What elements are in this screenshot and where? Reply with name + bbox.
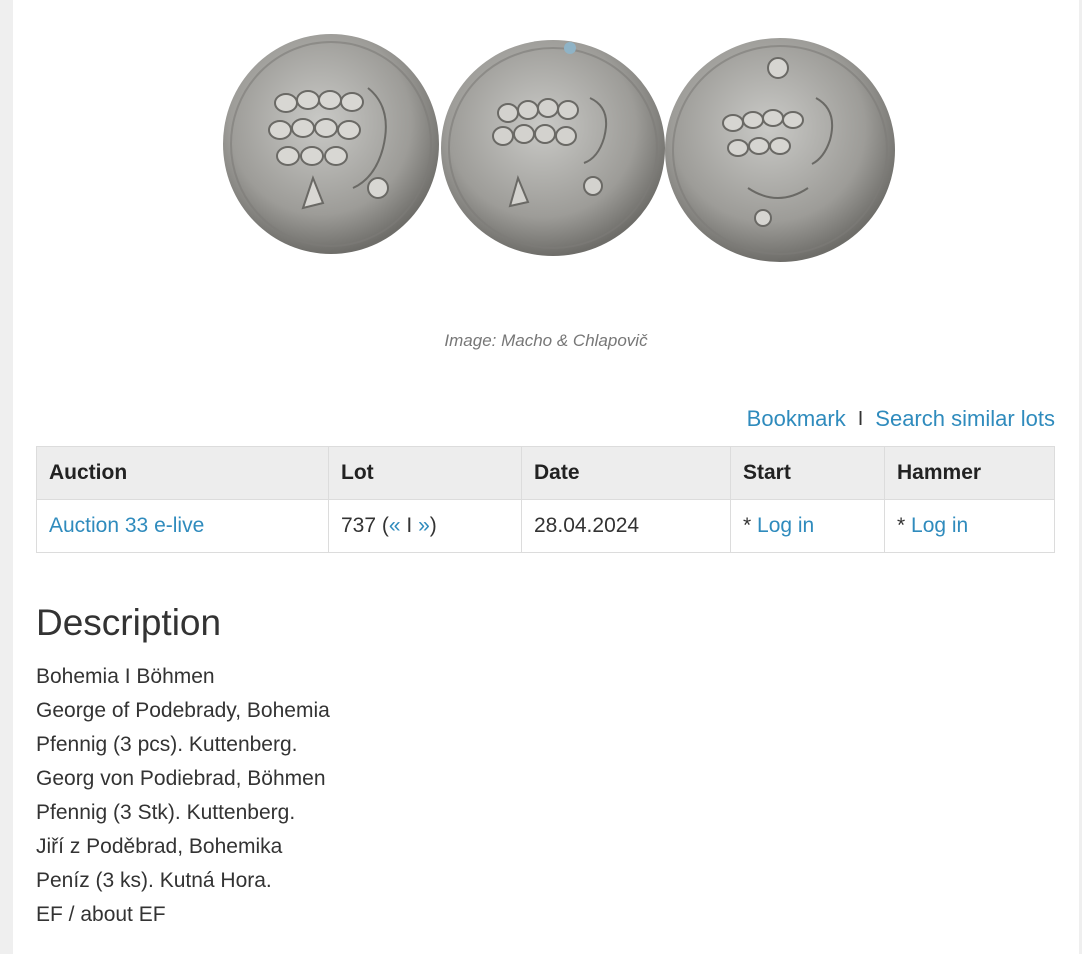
description-line: Pfennig (3 pcs). Kuttenberg.: [36, 733, 298, 756]
description-line: Pfennig (3 Stk). Kuttenberg.: [36, 801, 296, 824]
cell-hammer: * Log in: [884, 499, 1055, 553]
cell-auction: Auction 33 e-live: [36, 499, 329, 553]
description-line: EF / about EF: [36, 903, 166, 926]
description-line: George of Podebrady, Bohemia: [36, 699, 330, 722]
cell-date: 28.04.2024: [521, 499, 731, 553]
previous-lot-link[interactable]: «: [389, 514, 401, 537]
description-title: Description: [36, 602, 222, 643]
description-text: Bohemia I Böhmen George of Podebrady, Bo…: [36, 660, 330, 932]
search-similar-lots-link[interactable]: Search similar lots: [875, 406, 1055, 432]
header-start: Start: [730, 446, 885, 500]
lot-table: Auction Lot Date Start Hammer Auction 33…: [36, 446, 1055, 553]
start-login-link[interactable]: Log in: [757, 514, 814, 537]
bookmark-link[interactable]: Bookmark: [747, 406, 846, 432]
next-lot-link[interactable]: »: [418, 514, 430, 537]
hammer-asterisk: *: [897, 514, 912, 537]
description-line: Georg von Podiebrad, Böhmen: [36, 767, 326, 790]
lot-number: 737: [341, 514, 377, 537]
start-asterisk: *: [743, 514, 758, 537]
image-caption: Image: Macho & Chlapovič: [444, 331, 648, 350]
hammer-login-link[interactable]: Log in: [911, 514, 968, 537]
lot-paren-close: ): [429, 514, 437, 537]
table-header-row: Auction Lot Date Start Hammer: [36, 446, 1055, 500]
coin-3: [665, 38, 895, 262]
coin-image-svg: [223, 34, 895, 262]
header-hammer: Hammer: [884, 446, 1055, 500]
description-line: Bohemia I Böhmen: [36, 665, 215, 688]
coin-image[interactable]: [218, 28, 898, 264]
cell-start: * Log in: [730, 499, 885, 553]
table-row: Auction 33 e-live 737 (« I ») 28.04.2024…: [36, 499, 1055, 553]
lot-panel: Image: Macho & Chlapovič Bookmark I Sear…: [13, 0, 1079, 954]
coin-2: [441, 40, 665, 256]
description-line: Jiří z Poděbrad, Bohemika: [36, 835, 283, 858]
header-lot: Lot: [328, 446, 522, 500]
cell-lot: 737 (« I »): [328, 499, 522, 553]
header-auction: Auction: [36, 446, 329, 500]
lot-nav-separator: I: [406, 514, 413, 537]
coin-1: [223, 34, 439, 254]
actions-separator: I: [857, 407, 864, 430]
description-line: Peníz (3 ks). Kutná Hora.: [36, 869, 272, 892]
header-date: Date: [521, 446, 731, 500]
auction-link[interactable]: Auction 33 e-live: [49, 514, 204, 537]
lot-paren-open: (: [381, 514, 389, 537]
lot-actions: Bookmark I Search similar lots: [747, 406, 1055, 432]
